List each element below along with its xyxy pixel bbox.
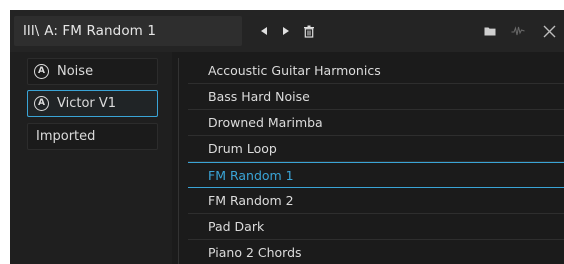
close-button[interactable] <box>539 21 559 41</box>
triangle-left-icon <box>261 27 267 35</box>
preset-label: FM Random 2 <box>208 193 294 208</box>
panel-divider <box>178 58 179 264</box>
current-preset-name: A: FM Random 1 <box>44 23 157 39</box>
preset-row[interactable]: FM Random 2 <box>188 188 564 214</box>
preset-label: Drowned Marimba <box>208 115 323 130</box>
previous-preset-button[interactable] <box>254 21 274 41</box>
bank-label: Noise <box>57 64 94 79</box>
bank-item-noise[interactable]: A Noise <box>27 58 158 85</box>
arturia-a-icon: A <box>34 96 49 111</box>
preset-row-selected[interactable]: FM Random 1 <box>188 162 564 188</box>
preset-row[interactable]: Bass Hard Noise <box>188 84 564 110</box>
close-icon <box>543 25 555 37</box>
preset-label: FM Random 1 <box>208 167 294 183</box>
folder-icon <box>484 27 496 36</box>
preset-label: Drum Loop <box>208 141 277 156</box>
folder-button[interactable] <box>480 21 500 41</box>
screenshot-frame: III\ A: FM Random 1 A Noise A Victor V1 … <box>0 0 564 264</box>
preset-row[interactable]: Piano 2 Chords <box>188 240 564 264</box>
preset-list: Accoustic Guitar Harmonics Bass Hard Noi… <box>188 58 564 264</box>
library-icon: III\ <box>23 23 40 39</box>
current-preset-field[interactable]: III\ A: FM Random 1 <box>14 16 242 46</box>
preset-row[interactable]: Accoustic Guitar Harmonics <box>188 58 564 84</box>
preset-row[interactable]: Drum Loop <box>188 136 564 162</box>
delete-preset-button[interactable] <box>299 21 319 41</box>
preset-browser-window: III\ A: FM Random 1 A Noise A Victor V1 … <box>10 10 564 264</box>
trash-icon <box>304 25 314 38</box>
preset-label: Piano 2 Chords <box>208 245 302 260</box>
bank-label: Victor V1 <box>57 96 117 111</box>
preset-row[interactable]: Pad Dark <box>188 214 564 240</box>
waveform-button[interactable] <box>508 21 528 41</box>
bank-item-victor-v1[interactable]: A Victor V1 <box>27 90 158 117</box>
waveform-icon <box>511 26 525 36</box>
bank-label: Imported <box>36 129 96 144</box>
preset-row[interactable]: Drowned Marimba <box>188 110 564 136</box>
bank-item-imported[interactable]: Imported <box>27 123 158 150</box>
preset-label: Bass Hard Noise <box>208 89 310 104</box>
bank-panel: A Noise A Victor V1 Imported <box>10 52 172 264</box>
preset-label: Pad Dark <box>208 219 265 234</box>
arturia-a-icon: A <box>34 64 49 79</box>
browser-header: III\ A: FM Random 1 <box>10 10 564 52</box>
preset-label: Accoustic Guitar Harmonics <box>208 63 381 78</box>
next-preset-button[interactable] <box>276 21 296 41</box>
triangle-right-icon <box>283 27 289 35</box>
